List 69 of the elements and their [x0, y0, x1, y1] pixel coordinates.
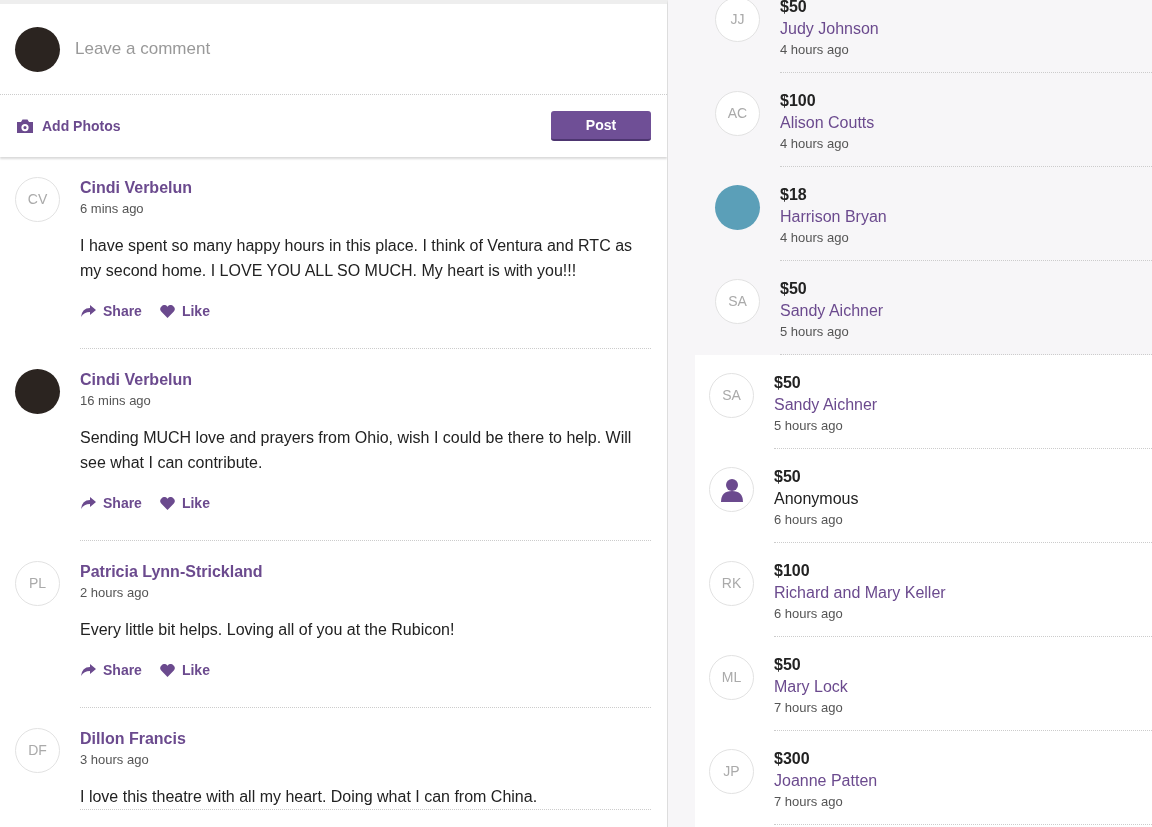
donation-time: 5 hours ago — [774, 417, 844, 435]
share-link[interactable]: Share — [80, 301, 142, 322]
donation-amount: $300 — [774, 749, 811, 769]
donation-time: 4 hours ago — [780, 229, 850, 247]
donor-name[interactable]: Harrison Bryan — [780, 205, 1152, 229]
comment-text: I have spent so many happy hours in this place. I think of Ventura and RTC as my second home. I LOVE YOU ALL SO MUCH. My heart is with you!!! — [80, 236, 634, 281]
like-link[interactable]: Like — [159, 660, 210, 681]
comment-text: I love this theatre with all my heart. Doing what I can from China. — [80, 787, 539, 807]
donation-amount: $100 — [780, 91, 817, 111]
comment-text: Sending MUCH love and prayers from Ohio, wish I could be there to help. Will see what I can contribute. — [80, 428, 633, 473]
donor-name[interactable]: Judy Johnson — [780, 17, 1152, 41]
donation-time: 4 hours ago — [780, 41, 850, 59]
comment-time: 2 hours ago — [80, 584, 150, 602]
avatar-initials: DF — [15, 728, 60, 773]
share-link[interactable]: Share — [80, 493, 142, 514]
photo-placeholder — [715, 185, 760, 230]
share-icon — [80, 664, 96, 677]
camera-icon — [16, 118, 34, 134]
donor-name: Anonymous — [774, 489, 860, 509]
avatar-initials: AC — [715, 91, 760, 136]
donor-name[interactable]: Richard and Mary Keller — [774, 581, 1152, 605]
photo-placeholder — [15, 369, 60, 414]
avatar-initials: JJ — [715, 0, 760, 42]
donation-amount: $50 — [774, 655, 802, 675]
heart-icon — [159, 664, 175, 677]
avatar-initials: ML — [709, 655, 754, 700]
heart-icon — [159, 305, 175, 318]
add-photos-link[interactable]: Add Photos — [16, 115, 121, 137]
like-link[interactable]: Like — [159, 493, 210, 514]
avatar-initials: PL — [15, 561, 60, 606]
comment-time: 6 mins ago — [80, 200, 145, 218]
donor-name[interactable]: Alison Coutts — [780, 111, 1152, 135]
donation-amount: $50 — [780, 0, 808, 17]
donation-amount: $50 — [774, 467, 802, 487]
donor-name[interactable]: Mary Lock — [774, 675, 1152, 699]
avatar-initials: CV — [15, 177, 60, 222]
share-link[interactable]: Share — [80, 660, 142, 681]
donation-time: 5 hours ago — [780, 323, 850, 341]
donation-amount: $50 — [774, 373, 802, 393]
donation-amount: $100 — [774, 561, 811, 581]
commenter-name[interactable]: Dillon Francis — [80, 728, 651, 750]
share-icon — [80, 305, 96, 318]
post-button[interactable]: Post — [551, 111, 651, 141]
comment-input[interactable]: Leave a comment — [73, 35, 652, 63]
commenter-name[interactable]: Patricia Lynn-Strickland — [80, 561, 651, 583]
avatar-initials: SA — [709, 373, 754, 418]
user-icon — [718, 476, 745, 503]
donation-time: 6 hours ago — [774, 511, 844, 529]
heart-icon — [159, 497, 175, 510]
comment-time: 16 mins ago — [80, 392, 152, 410]
donor-name[interactable]: Sandy Aichner — [774, 393, 1152, 417]
comment-time: 3 hours ago — [80, 751, 150, 769]
comment-text: Every little bit helps. Loving all of you at the Rubicon! — [80, 620, 456, 640]
donation-amount: $18 — [780, 185, 808, 205]
donor-name[interactable]: Sandy Aichner — [780, 299, 1152, 323]
share-icon — [80, 497, 96, 510]
donation-time: 7 hours ago — [774, 793, 844, 811]
photo-placeholder — [15, 26, 60, 72]
commenter-name[interactable]: Cindi Verbelun — [80, 369, 651, 391]
donor-name[interactable]: Joanne Patten — [774, 769, 1152, 793]
donation-amount: $50 — [780, 279, 808, 299]
like-link[interactable]: Like — [159, 301, 210, 322]
avatar-initials: RK — [709, 561, 754, 606]
commenter-name[interactable]: Cindi Verbelun — [80, 177, 651, 199]
donation-time: 7 hours ago — [774, 699, 844, 717]
avatar-initials: SA — [715, 279, 760, 324]
donation-time: 4 hours ago — [780, 135, 850, 153]
donation-time: 6 hours ago — [774, 605, 844, 623]
avatar-initials: JP — [709, 749, 754, 794]
